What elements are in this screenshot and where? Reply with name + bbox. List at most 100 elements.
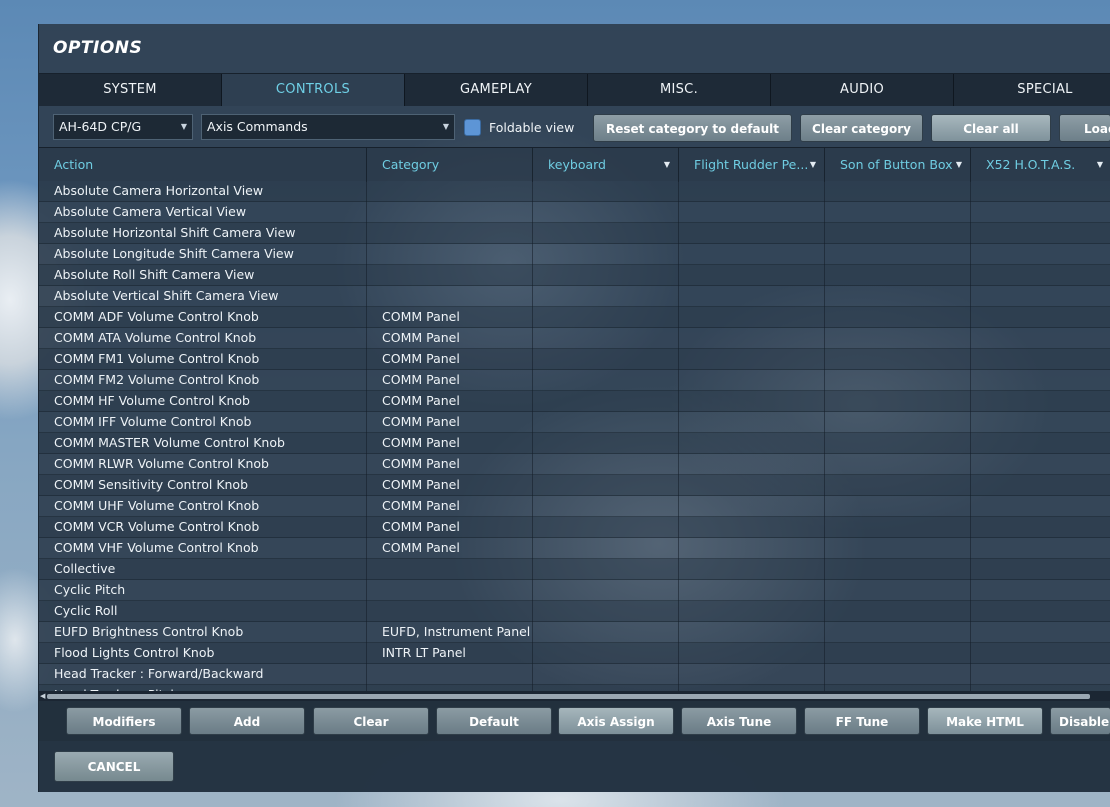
x52-cell[interactable] bbox=[971, 349, 1110, 370]
keyboard-cell[interactable] bbox=[533, 181, 679, 202]
rudder-cell[interactable] bbox=[679, 370, 825, 391]
x52-cell[interactable] bbox=[971, 307, 1110, 328]
rudder-cell[interactable] bbox=[679, 559, 825, 580]
button-box-cell[interactable] bbox=[825, 286, 971, 307]
chevron-down-icon[interactable]: ▼ bbox=[664, 148, 670, 182]
rudder-cell[interactable] bbox=[679, 181, 825, 202]
keyboard-cell[interactable] bbox=[533, 286, 679, 307]
keyboard-cell[interactable] bbox=[533, 328, 679, 349]
button-box-cell[interactable] bbox=[825, 202, 971, 223]
horizontal-scrollbar[interactable]: ◀ bbox=[39, 691, 1110, 701]
x52-cell[interactable] bbox=[971, 202, 1110, 223]
keyboard-cell[interactable] bbox=[533, 454, 679, 475]
clear-category-button[interactable]: Clear category bbox=[800, 114, 923, 142]
button-box-cell[interactable] bbox=[825, 181, 971, 202]
button-box-cell[interactable] bbox=[825, 454, 971, 475]
table-row[interactable]: Absolute Camera Horizontal View bbox=[39, 181, 1110, 202]
load-button[interactable]: Load bbox=[1059, 114, 1110, 142]
disable-hot-plug-button[interactable]: Disable hot plug bbox=[1050, 707, 1110, 735]
x52-cell[interactable] bbox=[971, 370, 1110, 391]
x52-cell[interactable] bbox=[971, 412, 1110, 433]
clear-button[interactable]: Clear bbox=[313, 707, 429, 735]
button-box-cell[interactable] bbox=[825, 223, 971, 244]
tab-gameplay[interactable]: GAMEPLAY bbox=[405, 74, 588, 106]
x52-cell[interactable] bbox=[971, 223, 1110, 244]
button-box-cell[interactable] bbox=[825, 265, 971, 286]
column-header-rudder[interactable]: Flight Rudder Pe... ▼ bbox=[679, 148, 825, 182]
table-row[interactable]: Head Tracker : Forward/Backward bbox=[39, 664, 1110, 685]
table-row[interactable]: COMM MASTER Volume Control Knob COMM Pane… bbox=[39, 433, 1110, 454]
keyboard-cell[interactable] bbox=[533, 202, 679, 223]
rudder-cell[interactable] bbox=[679, 664, 825, 685]
keyboard-cell[interactable] bbox=[533, 349, 679, 370]
table-row[interactable]: Absolute Longitude Shift Camera View bbox=[39, 244, 1110, 265]
rudder-cell[interactable] bbox=[679, 349, 825, 370]
add-button[interactable]: Add bbox=[189, 707, 305, 735]
tab-controls[interactable]: CONTROLS bbox=[222, 74, 405, 106]
table-row[interactable]: Cyclic Pitch bbox=[39, 580, 1110, 601]
category-select[interactable]: Axis Commands ▼ bbox=[201, 114, 455, 140]
keyboard-cell[interactable] bbox=[533, 433, 679, 454]
button-box-cell[interactable] bbox=[825, 580, 971, 601]
x52-cell[interactable] bbox=[971, 601, 1110, 622]
button-box-cell[interactable] bbox=[825, 475, 971, 496]
aircraft-select[interactable]: AH-64D CP/G ▼ bbox=[53, 114, 193, 140]
keyboard-cell[interactable] bbox=[533, 559, 679, 580]
rudder-cell[interactable] bbox=[679, 202, 825, 223]
keyboard-cell[interactable] bbox=[533, 664, 679, 685]
table-row[interactable]: Absolute Horizontal Shift Camera View bbox=[39, 223, 1110, 244]
keyboard-cell[interactable] bbox=[533, 643, 679, 664]
table-row[interactable]: Cyclic Roll bbox=[39, 601, 1110, 622]
rudder-cell[interactable] bbox=[679, 223, 825, 244]
table-row[interactable]: COMM UHF Volume Control Knob COMM Panel bbox=[39, 496, 1110, 517]
tab-system[interactable]: SYSTEM bbox=[39, 74, 222, 106]
axis-tune-button[interactable]: Axis Tune bbox=[681, 707, 797, 735]
modifiers-button[interactable]: Modifiers bbox=[66, 707, 182, 735]
column-header-category[interactable]: Category bbox=[367, 148, 533, 182]
chevron-down-icon[interactable]: ▼ bbox=[810, 148, 816, 182]
keyboard-cell[interactable] bbox=[533, 496, 679, 517]
rudder-cell[interactable] bbox=[679, 643, 825, 664]
x52-cell[interactable] bbox=[971, 496, 1110, 517]
x52-cell[interactable] bbox=[971, 517, 1110, 538]
x52-cell[interactable] bbox=[971, 181, 1110, 202]
button-box-cell[interactable] bbox=[825, 559, 971, 580]
x52-cell[interactable] bbox=[971, 265, 1110, 286]
rudder-cell[interactable] bbox=[679, 328, 825, 349]
button-box-cell[interactable] bbox=[825, 370, 971, 391]
table-row[interactable]: COMM Sensitivity Control Knob COMM Panel bbox=[39, 475, 1110, 496]
x52-cell[interactable] bbox=[971, 622, 1110, 643]
keyboard-cell[interactable] bbox=[533, 517, 679, 538]
table-row[interactable]: COMM RLWR Volume Control Knob COMM Panel bbox=[39, 454, 1110, 475]
x52-cell[interactable] bbox=[971, 244, 1110, 265]
default-button[interactable]: Default bbox=[436, 707, 552, 735]
rudder-cell[interactable] bbox=[679, 454, 825, 475]
rudder-cell[interactable] bbox=[679, 622, 825, 643]
tab-misc[interactable]: MISC. bbox=[588, 74, 771, 106]
x52-cell[interactable] bbox=[971, 643, 1110, 664]
chevron-down-icon[interactable]: ▼ bbox=[1097, 148, 1103, 182]
button-box-cell[interactable] bbox=[825, 328, 971, 349]
foldable-view-checkbox[interactable] bbox=[464, 119, 481, 136]
button-box-cell[interactable] bbox=[825, 391, 971, 412]
chevron-down-icon[interactable]: ▼ bbox=[956, 148, 962, 182]
table-row[interactable]: Absolute Vertical Shift Camera View bbox=[39, 286, 1110, 307]
clear-all-button[interactable]: Clear all bbox=[931, 114, 1051, 142]
scrollbar-thumb[interactable] bbox=[47, 694, 1090, 699]
table-row[interactable]: COMM IFF Volume Control Knob COMM Panel bbox=[39, 412, 1110, 433]
rudder-cell[interactable] bbox=[679, 475, 825, 496]
scroll-left-icon[interactable]: ◀ bbox=[40, 692, 45, 700]
x52-cell[interactable] bbox=[971, 391, 1110, 412]
rudder-cell[interactable] bbox=[679, 391, 825, 412]
column-header-button-box[interactable]: Son of Button Box ▼ bbox=[825, 148, 971, 182]
table-row[interactable]: COMM HF Volume Control Knob COMM Panel bbox=[39, 391, 1110, 412]
x52-cell[interactable] bbox=[971, 433, 1110, 454]
table-row[interactable]: Absolute Camera Vertical View bbox=[39, 202, 1110, 223]
rudder-cell[interactable] bbox=[679, 517, 825, 538]
x52-cell[interactable] bbox=[971, 538, 1110, 559]
axis-assign-button[interactable]: Axis Assign bbox=[558, 707, 674, 735]
button-box-cell[interactable] bbox=[825, 664, 971, 685]
button-box-cell[interactable] bbox=[825, 622, 971, 643]
button-box-cell[interactable] bbox=[825, 244, 971, 265]
table-row[interactable]: COMM FM1 Volume Control Knob COMM Panel bbox=[39, 349, 1110, 370]
